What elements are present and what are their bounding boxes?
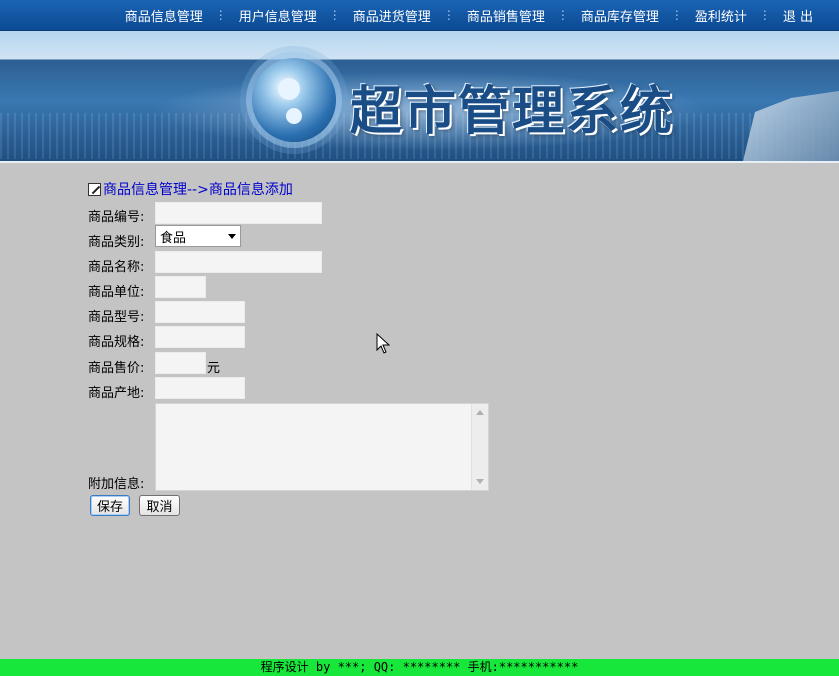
product-origin-input[interactable] — [155, 377, 245, 399]
label-product-code: 商品编号: — [88, 210, 145, 225]
logo-dot — [286, 108, 302, 124]
nav-item-user-info[interactable]: 用户信息管理 — [227, 6, 329, 25]
mouse-pointer-icon — [376, 333, 391, 354]
system-title: 超市管理系统 — [350, 81, 675, 142]
label-product-origin: 商品产地: — [88, 386, 145, 401]
label-product-category: 商品类别: — [88, 235, 145, 250]
nav-item-logout[interactable]: 退 出 — [771, 6, 825, 25]
logo-dot — [278, 78, 300, 100]
label-product-name: 商品名称: — [88, 260, 145, 275]
nav-separator: ⋮ — [670, 8, 683, 22]
category-selected-value: 食品 — [160, 230, 187, 246]
cancel-button[interactable]: 取消 — [139, 495, 180, 516]
product-category-select[interactable]: 食品 — [155, 225, 241, 247]
label-extra-info: 附加信息: — [88, 477, 145, 492]
product-code-input[interactable] — [155, 202, 322, 224]
product-name-input[interactable] — [155, 251, 322, 273]
product-spec-input[interactable] — [155, 326, 245, 348]
nav-item-purchase[interactable]: 商品进货管理 — [341, 6, 443, 25]
price-unit-label: 元 — [207, 361, 221, 376]
textarea-scrollbar[interactable] — [471, 404, 488, 490]
logo-icon — [252, 58, 336, 142]
top-nav-list: 商品信息管理 ⋮ 用户信息管理 ⋮ 商品进货管理 ⋮ 商品销售管理 ⋮ 商品库存… — [113, 0, 825, 30]
top-nav-bar: 商品信息管理 ⋮ 用户信息管理 ⋮ 商品进货管理 ⋮ 商品销售管理 ⋮ 商品库存… — [0, 0, 839, 31]
label-product-spec: 商品规格: — [88, 335, 145, 350]
product-unit-input[interactable] — [155, 276, 206, 298]
nav-separator: ⋮ — [758, 8, 771, 22]
extra-info-textarea[interactable] — [155, 403, 489, 491]
nav-item-inventory[interactable]: 商品库存管理 — [569, 6, 671, 25]
label-product-price: 商品售价: — [88, 361, 145, 376]
dropdown-arrow-icon — [228, 233, 236, 239]
breadcrumb-text: 商品信息管理-->商品信息添加 — [103, 182, 293, 198]
nav-separator: ⋮ — [442, 8, 455, 22]
edit-icon — [88, 182, 101, 196]
scroll-down-arrow-icon[interactable] — [476, 479, 484, 484]
nav-item-sales[interactable]: 商品销售管理 — [455, 6, 557, 25]
header-banner: 超市管理系统 — [0, 31, 839, 163]
footer-bar: 程序设计 by ***; QQ: ******** 手机:*********** — [0, 659, 839, 676]
save-button[interactable]: 保存 — [90, 495, 130, 516]
nav-separator: ⋮ — [556, 8, 569, 22]
nav-separator: ⋮ — [328, 8, 341, 22]
label-product-model: 商品型号: — [88, 310, 145, 325]
scroll-up-arrow-icon[interactable] — [476, 410, 484, 415]
main-content: 商品信息管理-->商品信息添加 商品编号: 商品类别: 食品 商品名称: 商品单… — [0, 163, 839, 659]
product-model-input[interactable] — [155, 301, 245, 323]
nav-item-profit-stats[interactable]: 盈利统计 — [683, 6, 759, 25]
nav-item-product-info[interactable]: 商品信息管理 — [113, 6, 215, 25]
label-product-unit: 商品单位: — [88, 285, 145, 300]
product-price-input[interactable] — [155, 352, 206, 374]
nav-separator: ⋮ — [214, 8, 227, 22]
breadcrumb: 商品信息管理-->商品信息添加 — [88, 179, 293, 199]
